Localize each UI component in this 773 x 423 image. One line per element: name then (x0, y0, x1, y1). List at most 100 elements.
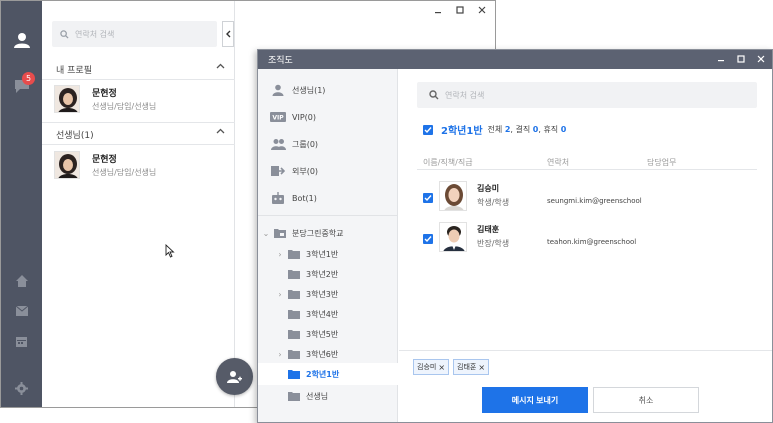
tree-class-3-1[interactable]: › 3학년1반 (276, 245, 338, 263)
add-user-icon (226, 370, 242, 383)
member-row[interactable]: 김태훈 반장/학생 teahon.kim@greenschool (423, 222, 753, 256)
class-label: 3학년2반 (306, 269, 339, 279)
folder-icon (288, 369, 300, 379)
profile-name: 문현정 (92, 89, 117, 99)
user-icon (13, 33, 30, 48)
avatar (439, 222, 467, 252)
avatar (439, 181, 467, 211)
calendar-nav-button[interactable] (1, 326, 42, 356)
teacher-desc: 선생님/담임/선생님 (92, 168, 157, 177)
org-search-input[interactable]: 연락처 검색 (417, 82, 757, 108)
tree-class-3-3[interactable]: › 3학년3반 (276, 285, 338, 303)
member-checkbox[interactable] (423, 234, 433, 244)
member-name: 김승미 (477, 184, 500, 193)
tree-class-3-2[interactable]: 3학년2반 (276, 265, 338, 283)
group-name: 2학년1반 (441, 126, 483, 137)
selected-chip[interactable]: 김승미 × (413, 359, 450, 375)
category-external[interactable]: 외부(0) (270, 162, 318, 180)
mail-icon (15, 305, 28, 316)
dialog-controls (716, 54, 766, 64)
unread-badge: 5 (22, 72, 35, 85)
search-placeholder: 연락처 검색 (445, 90, 485, 100)
divider (399, 350, 772, 351)
minimize-icon[interactable] (433, 5, 443, 15)
folder-icon (288, 269, 300, 279)
column-header-name: 이름/직책/직급 (423, 158, 473, 167)
member-checkbox[interactable] (423, 193, 433, 203)
close-icon[interactable] (477, 5, 487, 15)
org-title: 조직도 (268, 56, 293, 66)
folder-icon (288, 329, 300, 339)
teacher-section-header[interactable]: 선생님(1) (42, 124, 235, 144)
remove-icon[interactable]: × (438, 363, 445, 372)
divider (417, 169, 757, 170)
absent-label: 결직 (515, 125, 531, 134)
messenger-sidebar: 5 (1, 1, 42, 407)
calendar-icon (16, 336, 27, 347)
category-bot[interactable]: Bot(1) (270, 189, 317, 207)
window-controls (433, 5, 487, 15)
absent-count: 0 (532, 125, 539, 134)
member-name: 김태훈 (477, 225, 500, 234)
settings-icon (15, 381, 28, 395)
svg-text:VIP: VIP (272, 115, 284, 122)
bot-icon (270, 191, 286, 205)
my-profile-section-header[interactable]: 내 프로필 (42, 59, 235, 79)
minimize-icon[interactable] (716, 54, 726, 64)
org-right-panel: 연락처 검색 2학년1반 전체 2, 결직 0, 휴직 0 이름/직책/직급 연… (399, 69, 772, 422)
cancel-button[interactable]: 취소 (593, 387, 699, 413)
org-building-icon (274, 228, 286, 238)
tree-teachers[interactable]: 선생님 (276, 387, 328, 405)
tree-class-3-4[interactable]: 3학년4반 (276, 305, 338, 323)
member-role: 학생/학생 (477, 198, 510, 207)
class-label: 3학년5반 (306, 329, 339, 339)
tree-school[interactable]: ⌄ 분당그린중학교 (262, 224, 344, 242)
collapse-panel-button[interactable] (222, 21, 234, 47)
home-nav-button[interactable] (1, 266, 42, 296)
group-icon (270, 137, 286, 151)
category-label: 외부(0) (292, 166, 319, 176)
category-label: VIP(0) (292, 112, 316, 122)
category-vip[interactable]: VIP VIP(0) (270, 108, 316, 126)
maximize-icon[interactable] (736, 54, 746, 64)
class-label: 3학년3반 (306, 289, 339, 299)
external-icon (270, 164, 286, 178)
tree-class-3-5[interactable]: 3학년5반 (276, 325, 338, 343)
chevron-right-icon: › (278, 249, 282, 259)
member-email: seungmi.kim@greenschool (547, 197, 642, 205)
folder-icon (288, 391, 300, 401)
add-contact-button[interactable] (216, 358, 253, 395)
folder-icon (288, 249, 300, 259)
class-label: 3학년1반 (306, 249, 339, 259)
mail-nav-button[interactable] (1, 296, 42, 326)
person-icon (270, 83, 286, 97)
select-all-checkbox[interactable] (423, 124, 433, 135)
chevron-left-icon (226, 30, 231, 38)
selected-chip[interactable]: 김태훈 × (453, 359, 490, 375)
tree-class-3-6[interactable]: › 3학년6반 (276, 345, 338, 363)
member-row[interactable]: 김승미 학생/학생 seungmi.kim@greenschool (423, 181, 753, 215)
selected-chips: 김승미 × 김태훈 × (413, 359, 490, 375)
org-title-bar: 조직도 (258, 50, 772, 69)
class-label: 2학년1반 (306, 369, 340, 379)
close-icon[interactable] (756, 54, 766, 64)
check-icon (424, 126, 432, 133)
category-groups[interactable]: 그룹(0) (270, 135, 318, 153)
category-teachers[interactable]: 선생님(1) (270, 81, 325, 99)
remove-icon[interactable]: × (478, 363, 485, 372)
settings-nav-button[interactable] (1, 373, 42, 403)
profile-nav-button[interactable] (1, 25, 42, 55)
class-label: 선생님 (306, 391, 329, 401)
org-left-panel: 선생님(1) VIP VIP(0) 그룹(0) 외부(0) Bot(1) ⌄ 분… (258, 69, 398, 422)
check-icon (424, 236, 432, 243)
class-label: 3학년6반 (306, 349, 339, 359)
maximize-icon[interactable] (455, 5, 465, 15)
my-profile-item[interactable]: 문현정 선생님/담임/선생님 (54, 85, 234, 115)
contact-search-input[interactable]: 연락처 검색 (52, 21, 217, 47)
teacher-item[interactable]: 문현정 선생님/담임/선생님 (54, 151, 234, 181)
tree-class-2-1[interactable]: 2학년1반 (276, 365, 339, 383)
send-message-button[interactable]: 메시지 보내기 (482, 387, 588, 413)
member-email: teahon.kim@greenschool (547, 238, 637, 246)
teacher-section-label: 선생님(1) (56, 130, 94, 141)
chevron-right-icon: › (278, 289, 282, 299)
